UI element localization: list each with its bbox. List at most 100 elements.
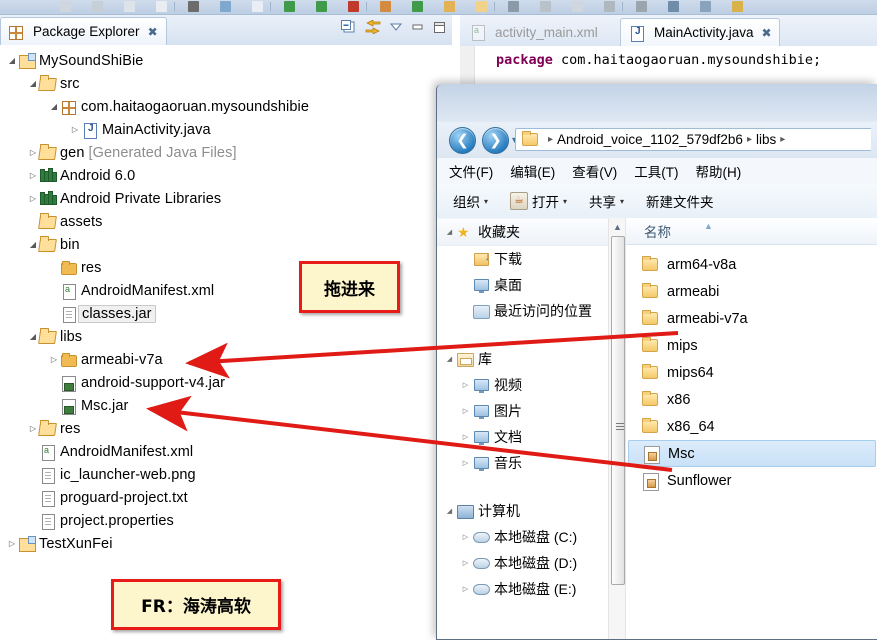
close-icon[interactable]: ✖ [148, 25, 158, 39]
toolbar-icon[interactable] [412, 1, 423, 12]
file-row-x86[interactable]: x86 [626, 386, 877, 413]
tree-item-mainactivity-java[interactable]: MainActivity.java [0, 118, 452, 141]
tree-item-msc-jar[interactable]: Msc.jar [0, 394, 452, 417]
toolbar-icon[interactable] [316, 1, 327, 12]
tree-item-bin[interactable]: bin [0, 233, 452, 256]
toolbar-icon[interactable] [252, 1, 263, 12]
back-arrow-icon[interactable]: ❮ [449, 126, 476, 154]
file-row-x86-64[interactable]: x86_64 [626, 413, 877, 440]
nav-item-1[interactable]: 下载 [437, 246, 625, 272]
file-row-mips64[interactable]: mips64 [626, 359, 877, 386]
scrollbar-thumb[interactable] [611, 236, 625, 585]
nav-twisty[interactable] [459, 381, 472, 389]
nav-twisty[interactable] [459, 533, 472, 541]
menu-item-1[interactable]: 编辑(E) [510, 161, 555, 181]
nav-twisty[interactable] [459, 407, 472, 415]
nav-item-9[interactable]: 音乐 [437, 450, 625, 476]
minimize-icon[interactable] [411, 21, 424, 33]
nav-item-6[interactable]: 视频 [437, 372, 625, 398]
tree-item-android-private-libraries[interactable]: Android Private Libraries [0, 187, 452, 210]
close-icon[interactable]: ✖ [762, 26, 772, 40]
toolbar-icon[interactable] [348, 1, 359, 12]
toolbar-icon[interactable] [540, 1, 551, 12]
view-menu-icon[interactable] [389, 21, 403, 33]
command-新建文件夹[interactable]: 新建文件夹 [646, 191, 714, 211]
nav-twisty[interactable] [443, 507, 456, 515]
tree-twisty[interactable] [48, 355, 60, 364]
toolbar-icon[interactable] [700, 1, 711, 12]
chevron-down-icon[interactable]: ▾ [484, 197, 488, 206]
tree-item-armeabi-v7a[interactable]: armeabi-v7a [0, 348, 452, 371]
toolbar-icon[interactable] [732, 1, 743, 12]
tree-item-testxunfei[interactable]: TestXunFei [0, 532, 452, 555]
maximize-icon[interactable] [433, 21, 446, 34]
tree-twisty[interactable] [6, 539, 18, 548]
nav-twisty[interactable] [443, 355, 456, 363]
nav-item-12[interactable]: 本地磁盘 (C:) [437, 524, 625, 550]
file-row-arm64-v8a[interactable]: arm64-v8a [626, 251, 877, 278]
nav-item-11[interactable]: 计算机 [437, 498, 625, 524]
toolbar-icon[interactable] [92, 1, 103, 12]
menu-item-3[interactable]: 工具(T) [634, 161, 678, 181]
nav-item-0[interactable]: ★ 收藏夹 [437, 218, 625, 246]
nav-item-5[interactable]: 库 [437, 346, 625, 372]
project-tree[interactable]: MySoundShiBie srccom.haitaogaoruan.mysoun… [0, 45, 452, 640]
tree-twisty[interactable] [27, 79, 39, 88]
tree-item-com-haitaogaoruan-mysoundshibie[interactable]: com.haitaogaoruan.mysoundshibie [0, 95, 452, 118]
tree-item-proguard-project-txt[interactable]: proguard-project.txt [0, 486, 452, 509]
nav-twisty[interactable] [459, 433, 472, 441]
tab-package-explorer[interactable]: Package Explorer ✖ [0, 17, 167, 45]
tree-item-gen[interactable]: gen [Generated Java Files] [0, 141, 452, 164]
nav-item-2[interactable]: 桌面 [437, 272, 625, 298]
scroll-up-arrow-icon[interactable]: ▲ [613, 222, 622, 232]
command-打开[interactable]: ☕ 打开 ▾ [510, 191, 567, 211]
tree-twisty[interactable] [48, 102, 60, 111]
menu-item-4[interactable]: 帮助(H) [696, 161, 742, 181]
navigation-list[interactable]: ★ 收藏夹下载桌面最近访问的位置库视频图片文档音乐计算机本地磁盘 (C:) 本地磁盘… [437, 218, 625, 602]
tree-twisty[interactable] [27, 194, 39, 203]
file-row-mips[interactable]: mips [626, 332, 877, 359]
tree-twisty[interactable] [27, 424, 39, 433]
toolbar-icon[interactable] [124, 1, 135, 12]
breadcrumb-libs[interactable]: libs [756, 132, 776, 147]
toolbar-icon[interactable] [636, 1, 647, 12]
file-list[interactable]: arm64-v8a armeabi armeabi-v7a mips mips64 x86… [626, 245, 877, 639]
toolbar-icon[interactable] [444, 1, 455, 12]
tree-item-src[interactable]: src [0, 72, 452, 95]
navigation-pane[interactable]: ★ 收藏夹下载桌面最近访问的位置库视频图片文档音乐计算机本地磁盘 (C:) 本地磁盘… [437, 218, 626, 639]
column-header-name[interactable]: 名称 ▲ [626, 218, 877, 245]
tree-twisty[interactable] [27, 240, 39, 249]
breadcrumb-folder[interactable]: Android_voice_1102_579df2b6 [557, 132, 743, 147]
file-list-pane[interactable]: 名称 ▲ arm64-v8a armeabi armeabi-v7a mips mips… [626, 218, 877, 639]
nav-item-3[interactable]: 最近访问的位置 [437, 298, 625, 324]
forward-arrow-icon[interactable]: ❯ [482, 126, 509, 154]
toolbar-icon[interactable] [508, 1, 519, 12]
nav-twisty[interactable] [459, 585, 472, 593]
toolbar-icon[interactable] [668, 1, 679, 12]
nav-item-13[interactable]: 本地磁盘 (D:) [437, 550, 625, 576]
nav-item-14[interactable]: 本地磁盘 (E:) [437, 576, 625, 602]
file-row-armeabi[interactable]: armeabi [626, 278, 877, 305]
tab-activity-main-xml[interactable]: activity_main.xml [462, 18, 605, 46]
toolbar-icon[interactable] [572, 1, 583, 12]
tree-twisty[interactable] [69, 125, 81, 134]
menu-item-2[interactable]: 查看(V) [572, 161, 617, 181]
collapse-all-icon[interactable] [341, 20, 356, 34]
navigation-scrollbar[interactable]: ▲ [608, 218, 625, 639]
editor-body[interactable]: package com.haitaogaoruan.mysoundshibie; [460, 46, 877, 87]
nav-item-8[interactable]: 文档 [437, 424, 625, 450]
eclipse-main-toolbar[interactable] [0, 0, 877, 15]
tree-item-assets[interactable]: assets [0, 210, 452, 233]
nav-twisty[interactable] [443, 228, 456, 236]
menu-item-0[interactable]: 文件(F) [449, 161, 493, 181]
toolbar-icon[interactable] [284, 1, 295, 12]
tree-item-project-properties[interactable]: project.properties [0, 509, 452, 532]
tree-twisty[interactable] [27, 332, 39, 341]
explorer-title-bar[interactable] [437, 84, 877, 123]
toolbar-icon[interactable] [156, 1, 167, 12]
toolbar-icon[interactable] [220, 1, 231, 12]
tree-item-ic-launcher-web-png[interactable]: ic_launcher-web.png [0, 463, 452, 486]
tree-item-mysoundshibie[interactable]: MySoundShiBie [0, 49, 452, 72]
tab-main-activity-java[interactable]: MainActivity.java ✖ [620, 18, 780, 46]
nav-twisty[interactable] [459, 559, 472, 567]
